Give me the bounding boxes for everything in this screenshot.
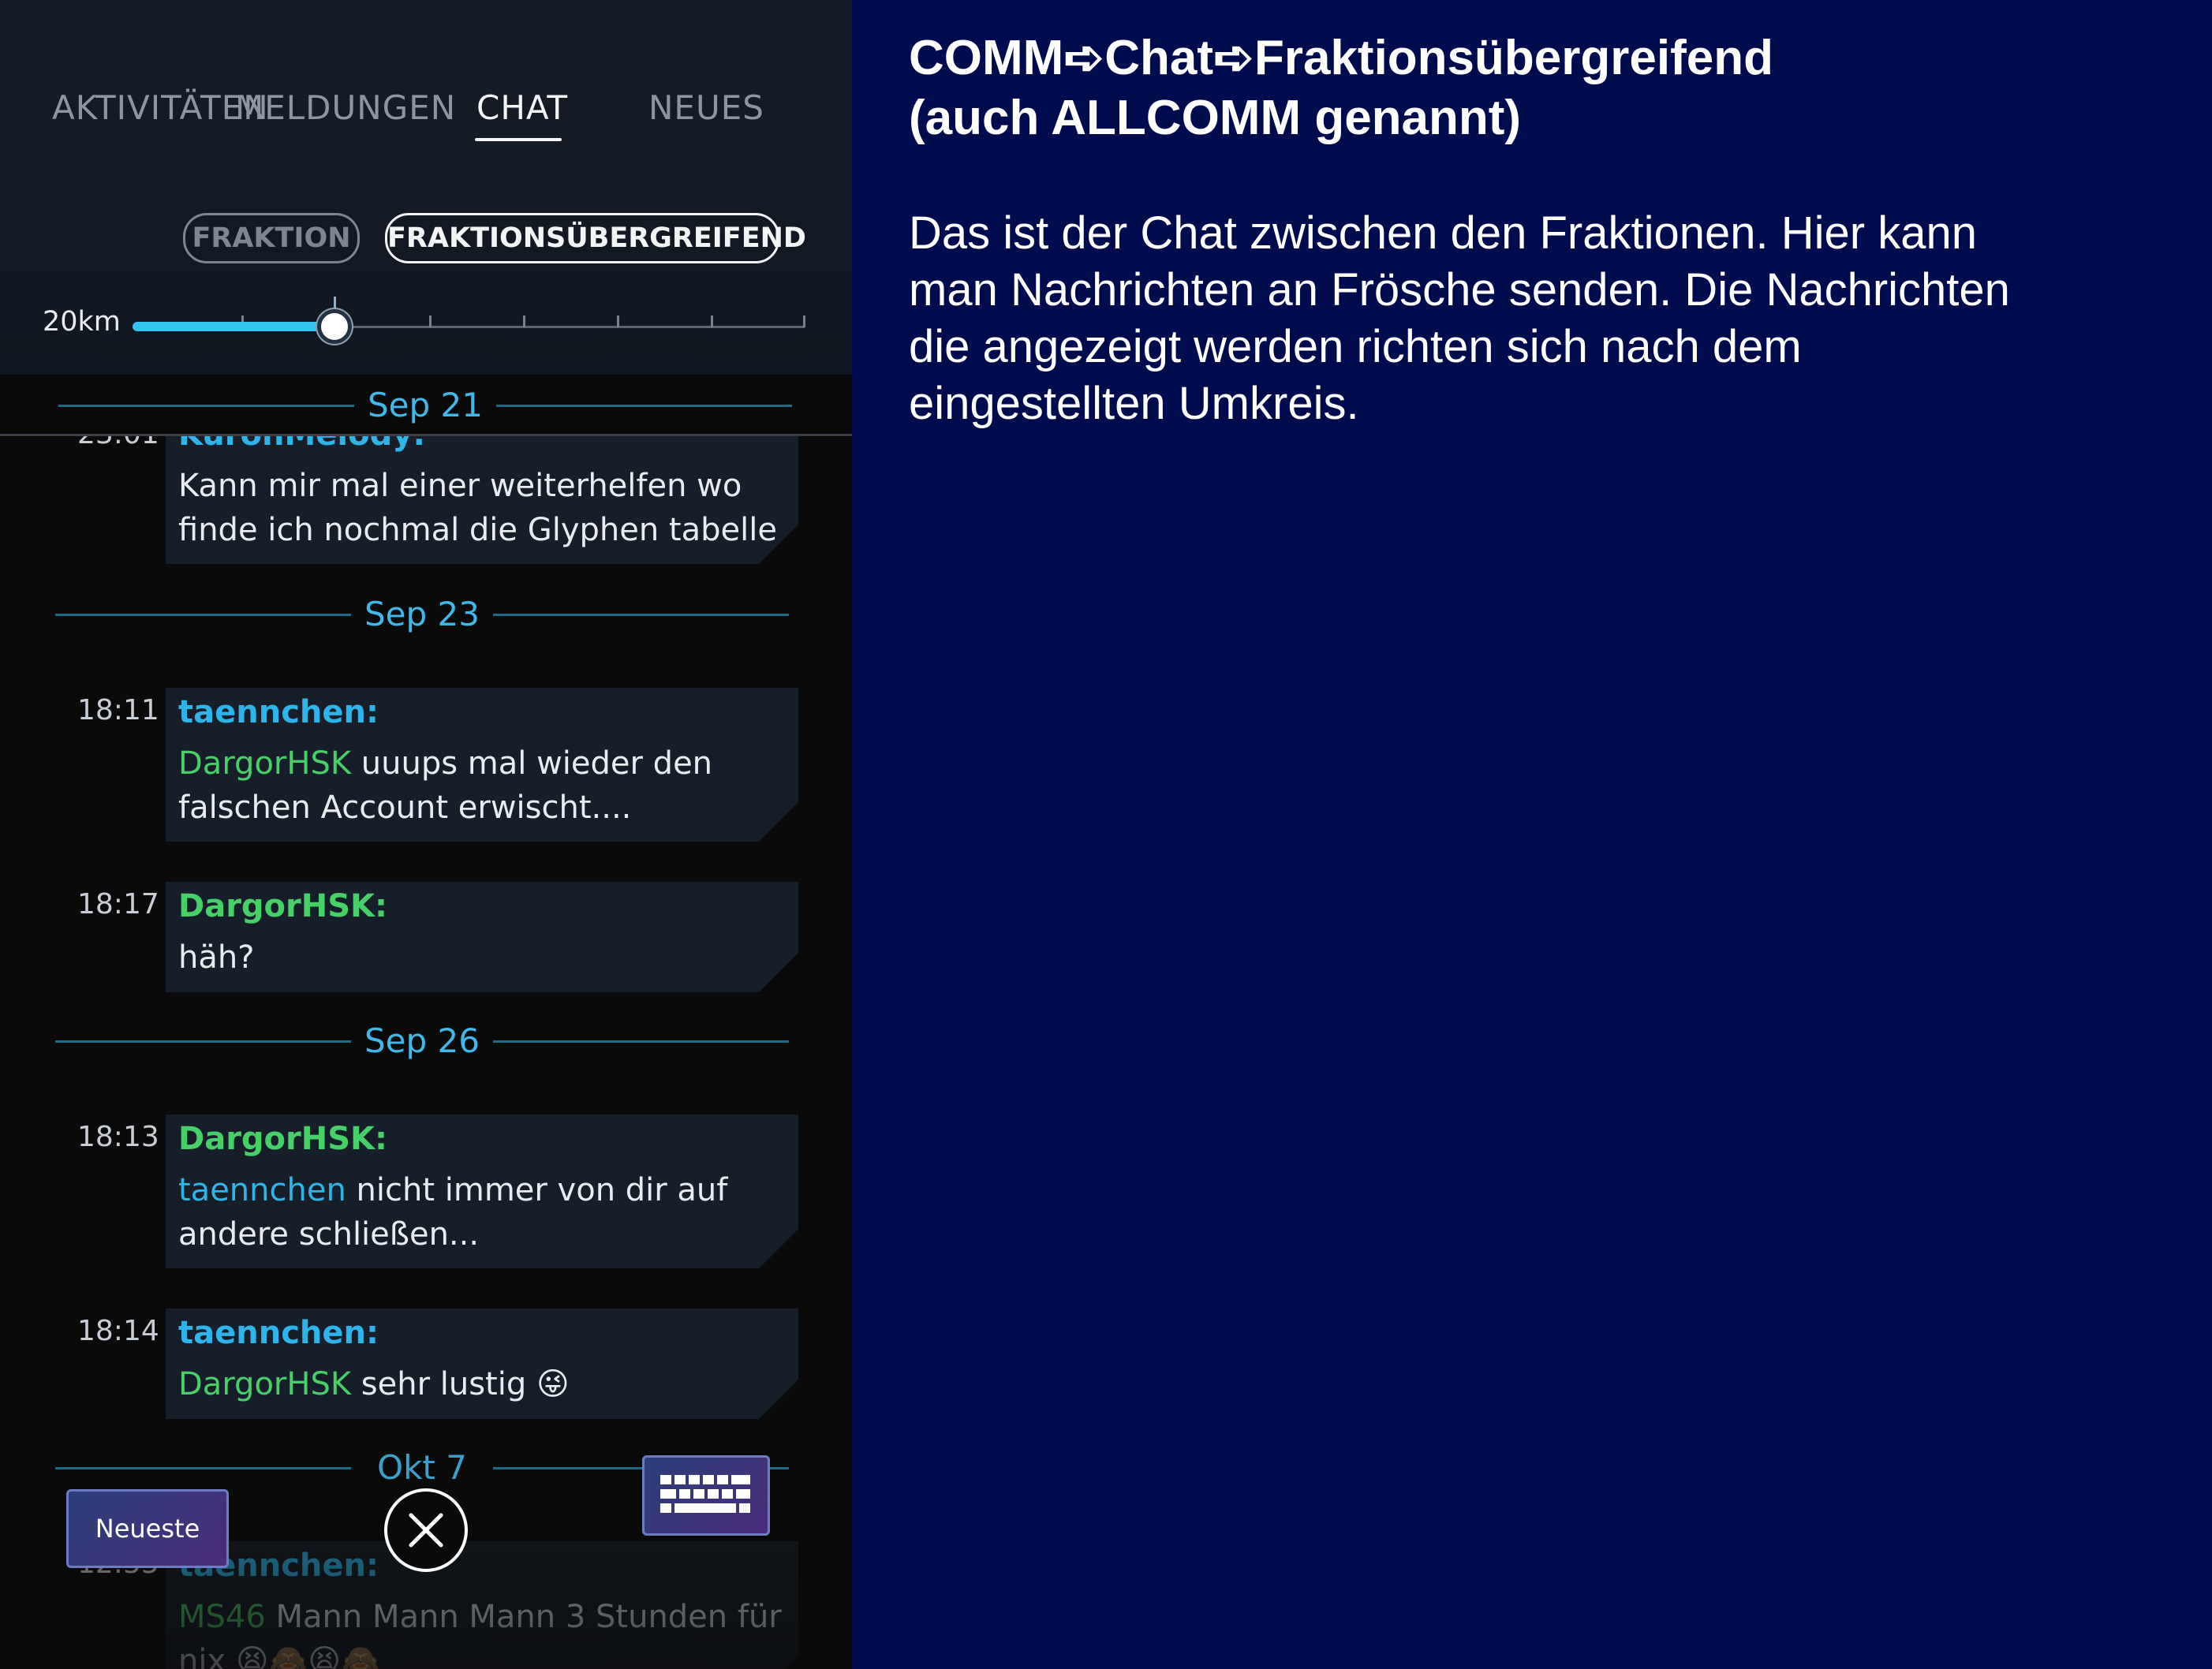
message-time: 18:13 xyxy=(77,1121,159,1153)
close-icon xyxy=(409,1513,443,1548)
message-text: MS46 Mann Mann Mann 3 Stunden für nix 😫🙈… xyxy=(178,1595,786,1669)
message-time: 18:14 xyxy=(77,1315,159,1347)
date-separator: Sep 26 xyxy=(55,1017,789,1064)
date-separator: Sep 23 xyxy=(55,590,789,637)
separator-line xyxy=(496,405,792,407)
separator-line xyxy=(493,614,789,616)
tab-news[interactable]: NEUES xyxy=(648,88,764,127)
slider-tick xyxy=(429,316,432,327)
chat-header: AKTIVITÄTEN MELDUNGEN CHAT NEUES FRAKTIO… xyxy=(0,0,852,375)
keyboard-icon xyxy=(660,1475,750,1513)
mention-link[interactable]: DargorHSK xyxy=(178,745,351,782)
description-body: Das ist der Chat zwischen den Fraktionen… xyxy=(909,207,2010,429)
range-label: 20km xyxy=(43,306,121,338)
tab-chat[interactable]: CHAT xyxy=(476,88,568,127)
mention-link[interactable]: DargorHSK xyxy=(178,1366,351,1402)
message-bubble[interactable]: DargorHSK: taennchen nicht immer von dir… xyxy=(166,1115,798,1268)
message-author[interactable]: taennchen: xyxy=(178,694,379,730)
message-bubble[interactable]: taennchen: MS46 Mann Mann Mann 3 Stunden… xyxy=(166,1541,798,1669)
sticky-date-separator: Sep 21 xyxy=(0,375,852,436)
range-slider-handle[interactable] xyxy=(316,309,352,344)
message-author[interactable]: DargorHSK: xyxy=(178,1121,387,1157)
slider-tick xyxy=(617,316,619,327)
mention-link[interactable]: taennchen xyxy=(178,1172,346,1208)
newest-button[interactable]: Neueste xyxy=(66,1489,229,1568)
keyboard-button[interactable] xyxy=(642,1455,770,1536)
message-text-content: sehr lustig 😜 xyxy=(351,1366,570,1402)
slider-tick xyxy=(803,316,805,327)
message-text-content: Mann Mann Mann 3 Stunden für nix 😫🙈😫🙈 xyxy=(178,1599,782,1669)
slider-tick xyxy=(523,316,525,327)
range-slider-fill xyxy=(133,322,334,331)
message-bubble[interactable]: DargorHSK: häh? xyxy=(166,882,798,992)
message-text: DargorHSK sehr lustig 😜 xyxy=(178,1362,786,1406)
message-author[interactable]: taennchen: xyxy=(178,1315,379,1351)
message-author[interactable]: DargorHSK: xyxy=(178,888,387,924)
close-button[interactable] xyxy=(384,1488,468,1572)
description-panel: COMM➪Chat➪Fraktionsübergreifend (auch AL… xyxy=(909,28,2171,432)
date-separator: Sep 21 xyxy=(58,381,792,428)
filter-cross-faction[interactable]: FRAKTIONSÜBERGREIFEND xyxy=(385,213,806,263)
chat-panel: AKTIVITÄTEN MELDUNGEN CHAT NEUES FRAKTIO… xyxy=(0,0,852,1669)
message-text: Kann mir mal einer weiterhelfen wo finde… xyxy=(178,468,777,548)
tab-reports[interactable]: MELDUNGEN xyxy=(235,88,456,127)
message-text: taennchen nicht immer von dir auf andere… xyxy=(178,1168,786,1256)
mention-link[interactable]: MS46 xyxy=(178,1599,266,1635)
description-title: COMM➪Chat➪Fraktionsübergreifend (auch AL… xyxy=(909,31,1773,145)
separator-line xyxy=(493,1040,789,1043)
message-text: häh? xyxy=(178,939,255,976)
message-bubble[interactable]: taennchen: DargorHSK uuups mal wieder de… xyxy=(166,688,798,842)
message-bubble[interactable]: taennchen: DargorHSK sehr lustig 😜 xyxy=(166,1309,798,1419)
message-text: DargorHSK uuups mal wieder den falschen … xyxy=(178,741,786,830)
filter-faction[interactable]: FRAKTION xyxy=(183,213,360,263)
slider-tick xyxy=(711,316,713,327)
active-tab-underline xyxy=(475,138,562,141)
message-time: 18:11 xyxy=(77,694,159,726)
message-time: 18:17 xyxy=(77,888,159,920)
